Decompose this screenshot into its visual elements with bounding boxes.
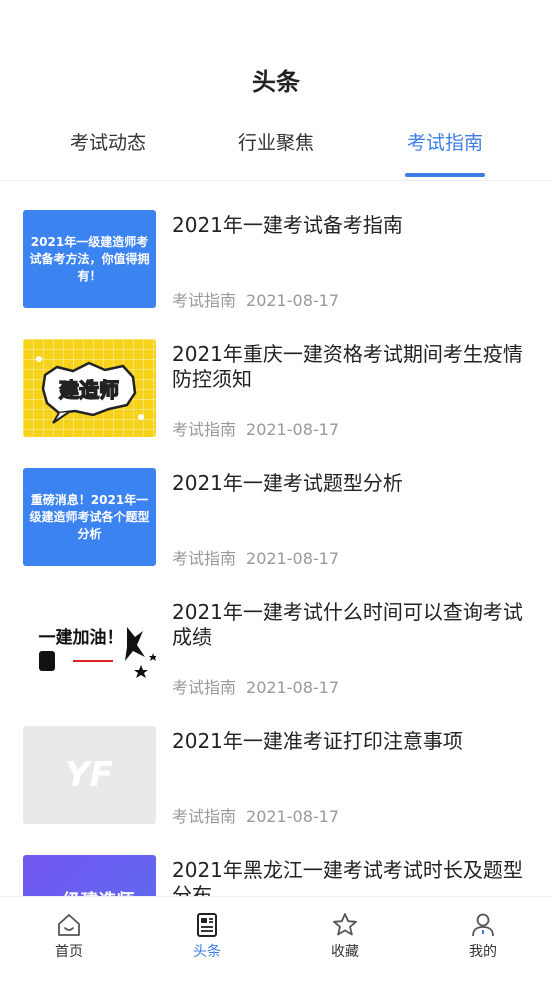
nav-profile[interactable]: 我的 (438, 911, 528, 961)
article-title: 2021年黑龙江一建考试考试时长及题型分布 (172, 858, 523, 896)
home-icon (58, 914, 80, 936)
thumbnail-caption: 建造师 (59, 378, 119, 402)
tab-exam-guide[interactable]: 考试指南 (375, 128, 515, 155)
article-thumbnail: YF (23, 726, 156, 824)
article-thumbnail: 建造师 (23, 339, 156, 437)
article-category: 考试指南 (172, 807, 237, 826)
article-title: 2021年一建考试题型分析 (172, 471, 403, 495)
article-thumbnail: 2021年一级建造师考试备考方法，你值得拥有！ (23, 210, 156, 308)
thumbnail-caption: 重磅消息！2021年一级建造师考试各个题型分析 (29, 492, 150, 541)
nav-label-home: 首页 (55, 944, 83, 960)
article-thumbnail: 一建加油！ (23, 597, 156, 695)
article-meta: 考试指南 2021-08-17 (172, 674, 349, 698)
speech-bubble-graphic: 建造师 (36, 356, 144, 424)
article-title: 2021年一建准考证打印注意事项 (172, 729, 463, 753)
thumbnail-caption: 一级建造师 (23, 887, 156, 896)
app-screen: 头条 考试动态 行业聚焦 考试指南 2021年一级建造师考试备考方法，你值得拥有… (0, 0, 552, 981)
article-meta: 考试指南 2021-08-17 (172, 545, 349, 569)
header: 头条 考试动态 行业聚焦 考试指南 (0, 0, 552, 180)
article-item[interactable]: YF 2021年一建准考证打印注意事项 考试指南 2021-08-17 (0, 697, 552, 826)
tab-exam-news[interactable]: 考试动态 (38, 128, 178, 155)
article-meta: 考试指南 2021-08-17 (172, 803, 349, 827)
cheer-graphic: 一建加油！ (39, 627, 156, 678)
nav-favorites[interactable]: 收藏 (300, 911, 390, 961)
nav-home[interactable]: 首页 (24, 911, 114, 961)
article-item[interactable]: 建造师 2021年重庆一建资格考试期间考生疫情防控须知 考试指南 2021-08-… (0, 310, 552, 439)
article-item[interactable]: 一建加油！ 2021年一建考试什么时间可以查询考试成绩 考试指南 2021-08-… (0, 568, 552, 697)
article-date: 2021-08-17 (246, 678, 339, 697)
thumbnail-caption: 2021年一级建造师考试备考方法，你值得拥有！ (29, 234, 150, 283)
article-meta: 考试指南 2021-08-17 (172, 416, 349, 440)
article-category: 考试指南 (172, 549, 237, 568)
article-title: 2021年一建考试什么时间可以查询考试成绩 (172, 600, 523, 649)
article-list: 2021年一级建造师考试备考方法，你值得拥有！ 2021年一建考试备考指南 考试… (0, 181, 552, 896)
tab-industry-focus[interactable]: 行业聚焦 (206, 128, 346, 155)
article-thumbnail: 一级建造师 (23, 855, 156, 896)
user-icon (472, 913, 494, 937)
article-category: 考试指南 (172, 291, 237, 310)
nav-label-news: 头条 (193, 944, 221, 960)
article-date: 2021-08-17 (246, 291, 339, 310)
article-title: 2021年一建考试备考指南 (172, 213, 403, 237)
article-date: 2021-08-17 (246, 420, 339, 439)
article-category: 考试指南 (172, 420, 237, 439)
thumbnail-caption: 一建加油！ (39, 627, 124, 648)
star-icon (333, 913, 357, 936)
tab-bar: 考试动态 行业聚焦 考试指南 (0, 128, 552, 180)
svg-text:YF: YF (65, 755, 113, 795)
article-thumbnail: 重磅消息！2021年一级建造师考试各个题型分析 (23, 468, 156, 566)
yf-logo-icon: YF (65, 755, 113, 795)
news-icon (197, 913, 217, 937)
page-title: 头条 (252, 68, 300, 96)
article-meta: 考试指南 2021-08-17 (172, 287, 349, 311)
article-item[interactable]: 2021年一级建造师考试备考方法，你值得拥有！ 2021年一建考试备考指南 考试… (0, 181, 552, 310)
article-item[interactable]: 一级建造师 2021年黑龙江一建考试考试时长及题型分布 (0, 826, 552, 896)
article-category: 考试指南 (172, 678, 237, 697)
article-date: 2021-08-17 (246, 807, 339, 826)
bottom-navigation: 首页 头条 收藏 我的 (0, 896, 552, 981)
nav-label-favorites: 收藏 (331, 944, 359, 960)
active-tab-indicator (405, 173, 485, 177)
article-item[interactable]: 重磅消息！2021年一级建造师考试各个题型分析 2021年一建考试题型分析 考试… (0, 439, 552, 568)
nav-label-profile: 我的 (469, 944, 497, 960)
nav-news[interactable]: 头条 (162, 911, 252, 961)
article-title: 2021年重庆一建资格考试期间考生疫情防控须知 (172, 342, 523, 391)
article-date: 2021-08-17 (246, 549, 339, 568)
